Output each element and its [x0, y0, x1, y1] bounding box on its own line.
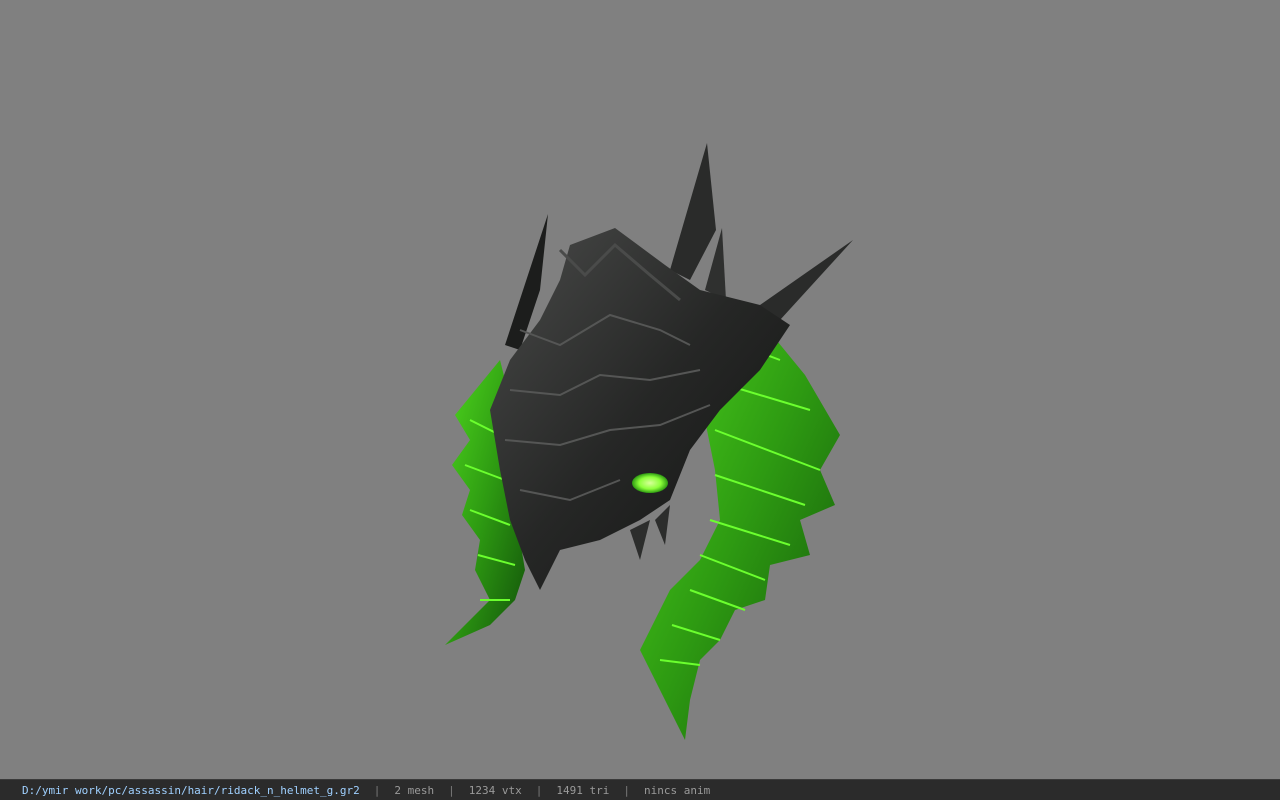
separator: | [623, 783, 630, 797]
separator: | [448, 783, 455, 797]
triangle-count-label: 1491 tri [556, 783, 610, 797]
vertex-count-label: 1234 vtx [468, 783, 522, 797]
separator: | [535, 783, 543, 797]
status-bar: D:/ymir work/pc/assassin/hair/ridack_n_h… [0, 779, 1280, 800]
3d-viewport[interactable] [0, 0, 1280, 779]
helmet-model[interactable] [0, 0, 1280, 779]
helmet-eye-glow [632, 473, 668, 493]
file-path-label: D:/ymir work/pc/assassin/hair/ridack_n_h… [22, 783, 360, 797]
animation-status-label: nincs anim [643, 783, 711, 797]
separator: | [373, 783, 381, 797]
mesh-count-label: 2 mesh [394, 783, 435, 797]
